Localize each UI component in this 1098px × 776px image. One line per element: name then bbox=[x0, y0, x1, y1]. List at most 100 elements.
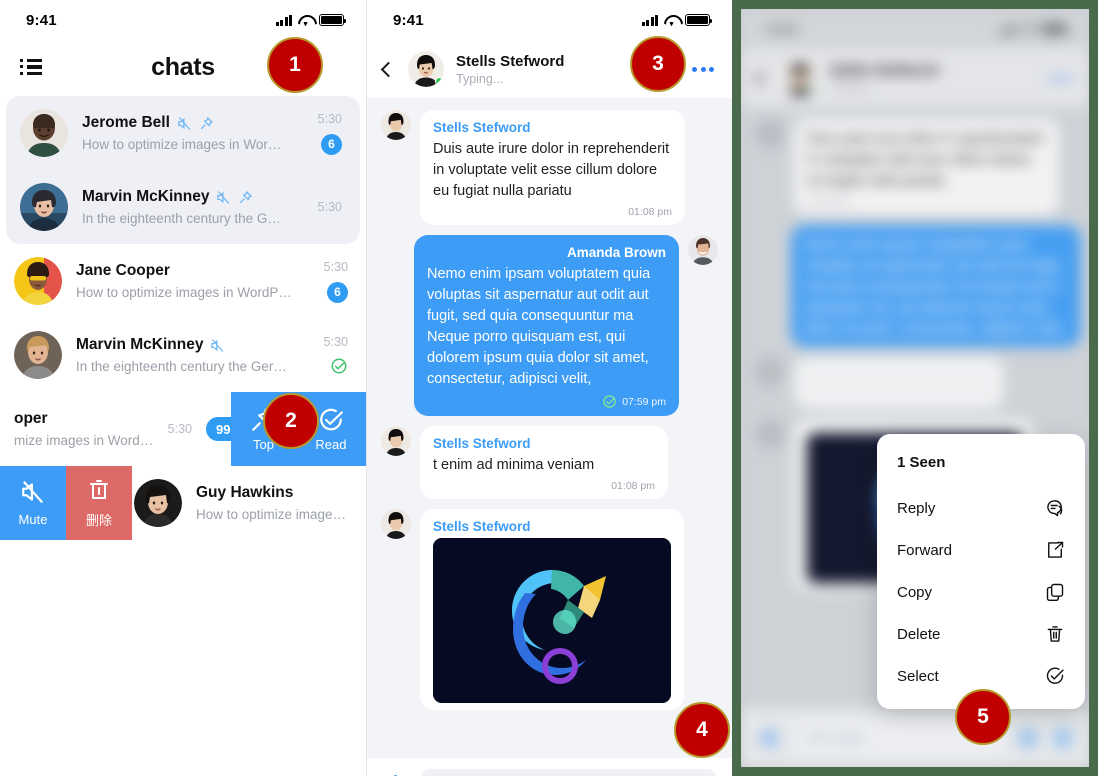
message-bubble[interactable]: Amanda Brown Nemo enim ipsam voluptatem … bbox=[414, 235, 679, 416]
avatar bbox=[20, 109, 68, 157]
contact-name: Stells Stefword bbox=[830, 61, 939, 79]
back-chevron-icon[interactable] bbox=[380, 61, 397, 77]
plus-icon bbox=[757, 726, 781, 750]
status-time: 9:41 bbox=[767, 20, 798, 38]
swipe-delete-action[interactable]: 删除 bbox=[66, 466, 132, 540]
status-icons bbox=[641, 14, 713, 26]
avatar bbox=[688, 235, 718, 265]
timestamp: 5:30 bbox=[167, 422, 192, 436]
timestamp: 01:08 pm bbox=[611, 480, 655, 492]
avatar bbox=[782, 60, 818, 96]
avatar bbox=[20, 183, 68, 231]
panel3-inner: 9:41 Stells Stefword Typing... Duis aute… bbox=[741, 9, 1089, 767]
marker-4: 4 bbox=[674, 702, 730, 758]
context-menu-label: Delete bbox=[897, 625, 941, 643]
typing-status: Typing... bbox=[830, 80, 878, 95]
message-bubble[interactable]: Stells Stefword Duis aute irure dolor in… bbox=[420, 110, 685, 225]
context-menu: 1 Seen Reply Forward Copy Delete Select bbox=[877, 434, 1085, 709]
status-time: 9:41 bbox=[393, 11, 424, 29]
back-chevron-icon bbox=[754, 70, 771, 86]
mic-icon bbox=[1053, 727, 1073, 749]
row-main: Marvin McKinney In the eighteenth centur… bbox=[82, 188, 286, 226]
sender-name: Stells Stefword bbox=[433, 436, 531, 451]
row-meta: 5:30 bbox=[306, 335, 348, 375]
more-dots-icon[interactable] bbox=[692, 66, 714, 72]
message-meta: 01:08 pm bbox=[807, 196, 1046, 208]
pin-icon bbox=[240, 190, 253, 203]
context-menu-item-forward[interactable]: Forward bbox=[877, 529, 1085, 571]
pinned-group: Jerome Bell How to optimize images in Wo… bbox=[6, 96, 360, 244]
wifi-icon bbox=[298, 15, 313, 26]
forward-share-icon bbox=[1048, 541, 1064, 558]
message-text: Nemo enim ipsam voluptatem quia voluptas… bbox=[804, 237, 1064, 337]
swipe-mute-action[interactable]: Mute bbox=[0, 466, 66, 540]
timestamp: 01:08 pm bbox=[807, 196, 851, 208]
row-name-line: Jane Cooper bbox=[76, 262, 292, 280]
context-menu-label: Reply bbox=[897, 499, 936, 517]
message-text: t enim ad minima veniam bbox=[433, 457, 595, 473]
conversation-header: Stells Stefword Typing... bbox=[741, 49, 1089, 107]
contact-name: oper bbox=[14, 410, 48, 427]
message-bubble: Nemo enim ipsam voluptatem quia voluptas… bbox=[791, 225, 1081, 347]
message-bubble[interactable]: Stells Stefword bbox=[420, 509, 684, 710]
sender-name: Stells Stefword bbox=[433, 519, 531, 534]
row-meta: 5:30 6 bbox=[306, 260, 348, 303]
message-text: Duis aute irure dolor in reprehenderit i… bbox=[807, 131, 1044, 189]
message-preview: mize images in WordPress... bbox=[14, 433, 154, 448]
swipe-read-action[interactable]: Read bbox=[315, 407, 347, 452]
swipe-delete-label: 删除 bbox=[85, 513, 112, 528]
row-main: oper mize images in WordPress... bbox=[14, 410, 154, 448]
context-menu-item-copy[interactable]: Copy bbox=[877, 571, 1085, 613]
table-row[interactable]: Marvin McKinney In the eighteenth centur… bbox=[0, 318, 366, 392]
table-row[interactable]: Marvin McKinney In the eighteenth centur… bbox=[6, 170, 360, 244]
message-in[interactable]: Stells Stefword t enim ad minima veniam … bbox=[367, 426, 732, 509]
message-placeholder: Message bbox=[807, 730, 866, 746]
timestamp: 5:30 bbox=[317, 111, 342, 126]
battery-icon bbox=[319, 14, 347, 26]
row-name-line: Marvin McKinney bbox=[76, 336, 292, 354]
table-row[interactable]: Jerome Bell How to optimize images in Wo… bbox=[6, 96, 360, 170]
avatar bbox=[134, 479, 182, 527]
contact-name: Marvin McKinney bbox=[82, 188, 210, 205]
mute-icon bbox=[178, 116, 191, 130]
status-bar: 9:41 bbox=[0, 0, 366, 40]
timestamp: 01:08 pm bbox=[628, 206, 672, 218]
row-main: Marvin McKinney In the eighteenth centur… bbox=[76, 336, 292, 374]
avatar bbox=[381, 426, 411, 456]
context-menu-header: 1 Seen bbox=[897, 454, 946, 471]
search-input[interactable]: Message bbox=[421, 769, 716, 776]
contact-name: Guy Hawkins bbox=[196, 484, 294, 501]
mute-icon bbox=[211, 338, 224, 352]
table-row[interactable]: Guy Hawkins How to optimize images in W … bbox=[0, 466, 366, 540]
avatar bbox=[14, 257, 62, 305]
message-bubble[interactable]: Stells Stefword t enim ad minima veniam … bbox=[420, 426, 668, 499]
message-in[interactable]: Stells Stefword bbox=[367, 509, 732, 720]
message-composer: Message bbox=[367, 758, 732, 776]
message-out[interactable]: Amanda Brown Nemo enim ipsam voluptatem … bbox=[367, 235, 732, 426]
conversation-panel: 9:41 Stells Stefword Typing... Stells St… bbox=[366, 0, 732, 776]
message-image[interactable] bbox=[433, 538, 671, 703]
message-preview: How to optimize images in WordPress for.… bbox=[76, 285, 292, 300]
context-menu-item-reply[interactable]: Reply bbox=[877, 487, 1085, 529]
mute-icon bbox=[22, 481, 43, 503]
context-menu-item-delete[interactable]: Delete bbox=[877, 613, 1085, 655]
message-text: Nemo enim ipsam voluptatem quia voluptas… bbox=[427, 266, 651, 387]
message-bubble bbox=[794, 357, 1004, 409]
check-circle-icon bbox=[1046, 667, 1064, 684]
avatar[interactable] bbox=[408, 51, 444, 87]
message-in[interactable]: Stells Stefword Duis aute irure dolor in… bbox=[367, 110, 732, 235]
status-icons bbox=[998, 23, 1070, 35]
marker-5: 5 bbox=[955, 689, 1011, 745]
read-check-icon bbox=[331, 358, 347, 374]
status-time: 9:41 bbox=[26, 11, 57, 29]
message-in: Duis aute irure dolor in reprehenderit i… bbox=[741, 119, 1089, 225]
table-row[interactable]: Jane Cooper How to optimize images in Wo… bbox=[0, 244, 366, 318]
contact-name: Marvin McKinney bbox=[76, 336, 204, 353]
avatar bbox=[755, 419, 785, 449]
row-meta: 5:30 6 bbox=[300, 112, 342, 155]
trash-icon bbox=[90, 480, 108, 499]
online-status-dot bbox=[435, 77, 444, 86]
context-menu-label: Select bbox=[897, 667, 939, 685]
contact-name: Jerome Bell bbox=[82, 114, 170, 131]
signal-bars-icon bbox=[275, 14, 292, 26]
